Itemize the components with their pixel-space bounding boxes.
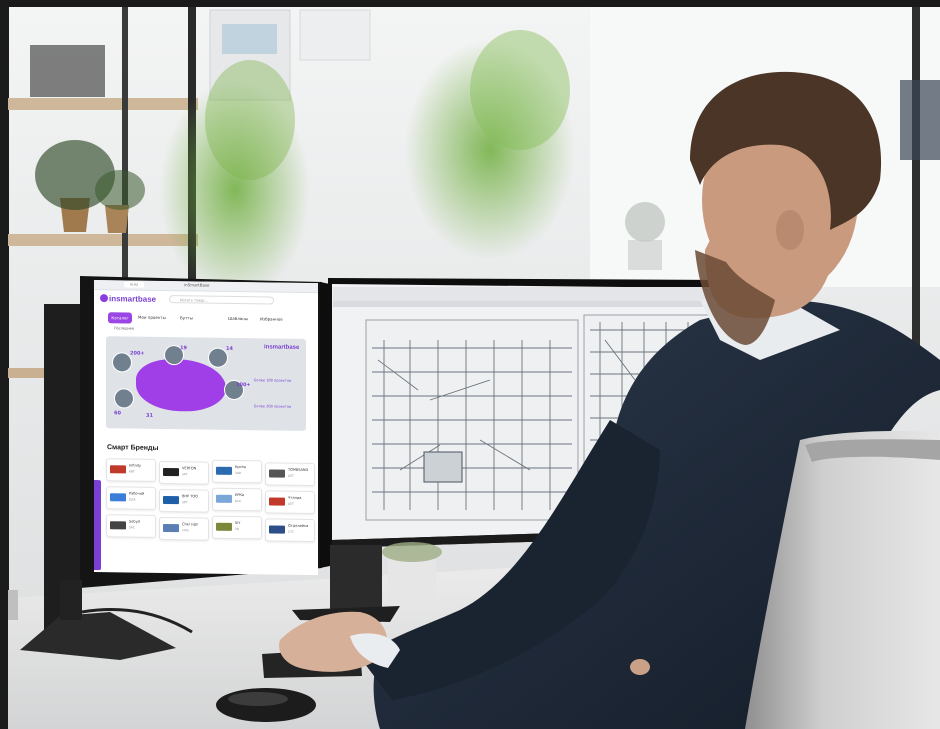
- brand-card[interactable]: SIY SR: [212, 515, 262, 540]
- brand-name: ЕРКА: [235, 492, 245, 498]
- brand-name: Чтанда: [288, 495, 302, 500]
- brand-card[interactable]: Чтанда AST: [265, 490, 315, 515]
- brand-name: Epoha: [235, 464, 246, 470]
- brand-logo: [110, 521, 126, 530]
- banner-note: Более 200 проектов: [254, 404, 292, 409]
- brand-name: SIY: [235, 520, 241, 526]
- brand-logo: [110, 465, 126, 474]
- brand-code: CTC: [288, 529, 294, 534]
- brand-code: KRT: [129, 469, 135, 474]
- brand-logo: [269, 525, 285, 534]
- logo-icon: [100, 294, 108, 303]
- brand-logo: [216, 494, 232, 503]
- site-logo[interactable]: insmartbase: [109, 294, 156, 304]
- brand-name: Sebyd: [129, 519, 140, 524]
- brand-name: Рабочий: [129, 491, 145, 496]
- banner-note: Более 100 проектов: [254, 378, 292, 383]
- brand-card[interactable]: ВНР ТОО SPT: [159, 488, 209, 513]
- shelf: [8, 98, 198, 110]
- browser-tab-title[interactable]: inSmartBase: [184, 282, 210, 287]
- office-photo: in.kz inSmartBase insmartbase Искать тов…: [0, 0, 940, 729]
- brand-card[interactable]: Sebyd SPC: [106, 514, 156, 538]
- stat-value: 200+: [130, 350, 145, 357]
- brand-card[interactable]: Epoha SAR: [212, 459, 262, 484]
- brand-name: TOMBSAND: [288, 467, 309, 472]
- catalog-button[interactable]: Каталог: [108, 312, 132, 324]
- banner-logo: insmartbase: [264, 344, 300, 351]
- brand-logo: [216, 466, 232, 475]
- brand-card[interactable]: ЕРКА ALA: [212, 487, 262, 512]
- brand-grid: Infinity KRT VERTON SPT Epoha SAR TOMBSAND AST Р…: [106, 458, 315, 543]
- brand-card[interactable]: Отделайка CTC: [265, 518, 315, 543]
- brand-card[interactable]: Chel sign CHG: [159, 516, 209, 541]
- photo-circle: [112, 352, 132, 373]
- brand-logo: [163, 523, 179, 533]
- brand-code: DZA: [129, 497, 136, 502]
- brand-name: VERTON: [182, 466, 197, 471]
- brand-code: SPT: [182, 500, 188, 505]
- brand-name: Infinity: [129, 463, 142, 468]
- brand-code: SAR: [235, 470, 242, 476]
- brand-card[interactable]: TOMBSAND AST: [265, 462, 315, 487]
- brand-name: ВНР ТОО: [182, 494, 198, 499]
- brand-card[interactable]: Infinity KRT: [106, 458, 156, 482]
- nav-last[interactable]: Последнее: [114, 326, 134, 330]
- stat-value: 31: [146, 412, 153, 419]
- brand-code: AST: [288, 501, 294, 506]
- nav-orders[interactable]: Бутты: [180, 315, 193, 320]
- brand-logo: [269, 497, 285, 506]
- brand-code: CHG: [182, 528, 189, 533]
- photo-circle: [208, 347, 228, 368]
- stat-value: 19: [180, 345, 187, 352]
- promo-banner: 200+ 19 14 100+ 60 31 insmartbase Более …: [106, 336, 306, 431]
- brand-code: SR: [235, 526, 239, 532]
- brand-code: AST: [288, 473, 294, 478]
- brand-name: Отделайка: [288, 523, 309, 528]
- site-nav: Каталог Мои проекты Бутты Шаблоны Избран…: [94, 311, 318, 326]
- search-input[interactable]: Искать товар...: [169, 295, 274, 305]
- brand-logo: [269, 469, 285, 478]
- brand-card[interactable]: Рабочий DZA: [106, 486, 156, 510]
- desk-plant-pot: [388, 558, 436, 602]
- brand-logo: [163, 467, 179, 477]
- nav-my-projects[interactable]: Мои проекты: [138, 315, 166, 320]
- photo-circle: [114, 388, 134, 409]
- nav-favorites[interactable]: Избранное: [260, 316, 283, 321]
- brand-name: Chel sign: [182, 522, 199, 527]
- site-header: insmartbase Искать товар...: [94, 290, 318, 309]
- left-monitor-screen: in.kz inSmartBase insmartbase Искать тов…: [94, 280, 318, 576]
- brand-code: ALA: [235, 498, 241, 504]
- stat-value: 100+: [236, 381, 251, 389]
- nav-templates[interactable]: Шаблоны: [228, 316, 248, 321]
- consult-side-tab[interactable]: [94, 479, 101, 571]
- browser-url[interactable]: in.kz: [124, 281, 144, 288]
- brand-card[interactable]: VERTON SPT: [159, 460, 209, 485]
- brand-code: SPC: [129, 525, 135, 530]
- brand-code: SPT: [182, 472, 188, 477]
- brand-logo: [110, 493, 126, 502]
- section-title: Смарт Бренды: [107, 444, 159, 452]
- brand-logo: [216, 522, 232, 531]
- stat-value: 60: [114, 410, 121, 417]
- stat-value: 14: [226, 345, 233, 352]
- brand-logo: [163, 495, 179, 505]
